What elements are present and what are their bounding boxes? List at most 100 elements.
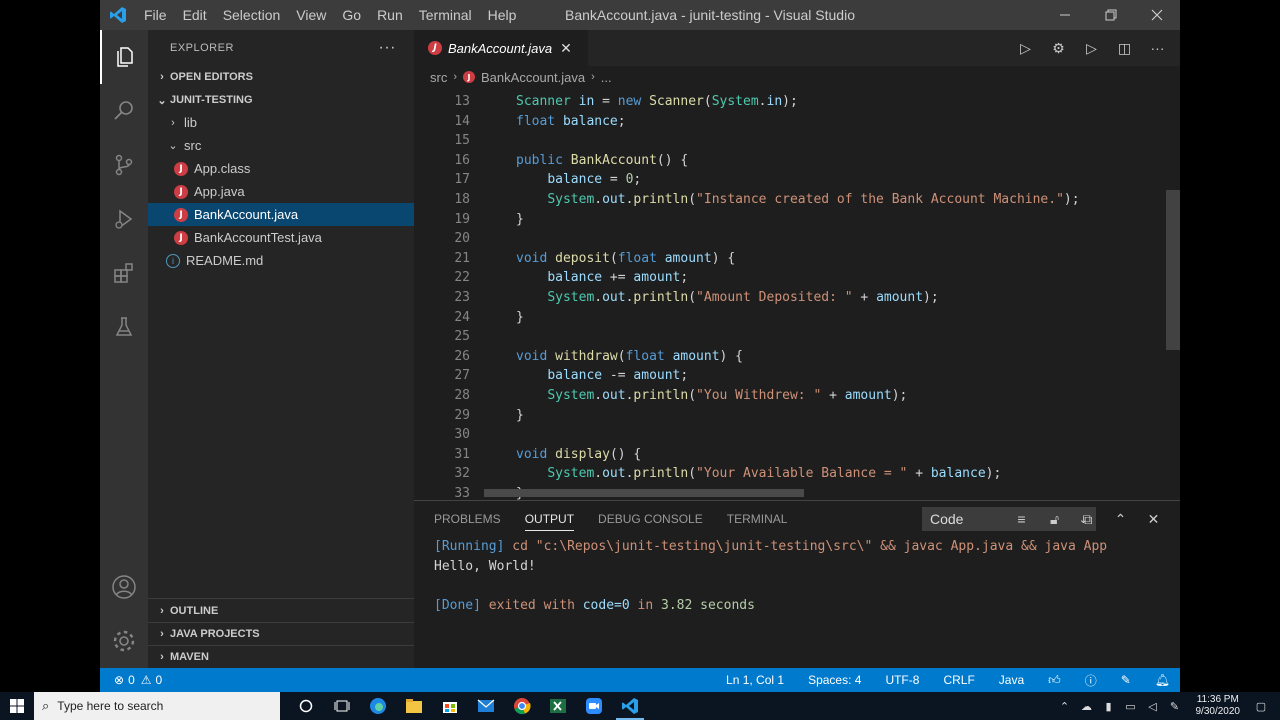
menu-file[interactable]: File: [136, 0, 175, 30]
vertical-scrollbar[interactable]: [1166, 190, 1180, 350]
maven-section[interactable]: › MAVEN: [148, 645, 414, 668]
problems-status[interactable]: ⊗ 0 ⚠ 0: [100, 673, 162, 687]
more-actions-icon[interactable]: ···: [1141, 40, 1174, 56]
title-bar: File Edit Selection View Go Run Terminal…: [100, 0, 1180, 53]
close-panel-icon[interactable]: ✕: [1137, 511, 1170, 528]
indentation[interactable]: Spaces: 4: [808, 673, 861, 687]
open-editors-section[interactable]: › OPEN EDITORS: [148, 66, 414, 88]
tab-terminal[interactable]: TERMINAL: [727, 501, 788, 537]
search-icon[interactable]: [100, 84, 148, 138]
close-icon[interactable]: [1134, 0, 1180, 30]
code-editor[interactable]: 13 Scanner in = new Scanner(System.in); 1…: [414, 94, 1180, 500]
menu-go[interactable]: Go: [334, 0, 369, 30]
tree-file-bankaccount-java[interactable]: J BankAccount.java: [148, 203, 414, 226]
zoom-icon[interactable]: [576, 692, 612, 720]
breadcrumb-file[interactable]: BankAccount.java: [481, 70, 585, 85]
edge-icon[interactable]: [360, 692, 396, 720]
cortana-icon[interactable]: [288, 692, 324, 720]
cloud-icon[interactable]: ☁: [1076, 700, 1098, 713]
code-text: }: [516, 309, 524, 325]
code-text: balance = 0;: [547, 172, 642, 188]
battery-icon[interactable]: ▭: [1120, 700, 1142, 713]
output-done-in: in: [637, 597, 654, 613]
menu-help[interactable]: Help: [480, 0, 525, 30]
clock[interactable]: 11:36 PM 9/30/2020: [1196, 694, 1241, 718]
network-icon[interactable]: ✎: [1164, 700, 1186, 713]
open-log-icon[interactable]: ⧉: [1071, 511, 1104, 528]
encoding[interactable]: UTF-8: [885, 673, 919, 687]
mail-icon[interactable]: [468, 692, 504, 720]
output-running-cmd: cd "c:\Repos\junit-testing\junit-testing…: [512, 539, 1108, 554]
debug-run-icon[interactable]: ⚙: [1042, 40, 1075, 57]
clear-output-icon[interactable]: ≡: [1005, 511, 1038, 527]
lock-scroll-icon[interactable]: 🔓︎: [1038, 511, 1071, 528]
chevron-up-icon[interactable]: ⌃: [1054, 700, 1076, 713]
vscode-taskbar-icon[interactable]: [612, 692, 648, 720]
tree-file-bankaccounttest-java[interactable]: J BankAccountTest.java: [148, 226, 414, 249]
split-editor-icon[interactable]: ◫: [1108, 40, 1141, 57]
outline-section[interactable]: › OUTLINE: [148, 599, 414, 622]
excel-icon[interactable]: [540, 692, 576, 720]
line-number: 30: [454, 427, 470, 443]
tree-label: lib: [184, 115, 198, 130]
taskbar-search[interactable]: ⌕ Type here to search: [34, 692, 280, 720]
explorer-icon[interactable]: [100, 30, 148, 84]
code-text: System.out.println("Amount Deposited: " …: [547, 289, 939, 305]
run-debug-icon[interactable]: [100, 192, 148, 246]
restore-icon[interactable]: [1088, 0, 1134, 30]
code-text: System.out.println("You Withdrew: " + am…: [547, 387, 908, 403]
volume-icon[interactable]: ◁: [1142, 700, 1164, 713]
windows-taskbar: ⌕ Type here to search ⌃ ☁ ▮ ▭ ◁ ✎ 11:36 …: [0, 692, 1280, 720]
file-explorer-icon[interactable]: [396, 692, 432, 720]
project-section[interactable]: ⌄ JUNIT-TESTING: [148, 89, 414, 111]
run-code-icon[interactable]: ▷: [1075, 40, 1108, 57]
menu-view[interactable]: View: [288, 0, 334, 30]
notifications-bell-icon[interactable]: 🔔︎: [1155, 673, 1170, 687]
account-icon[interactable]: [100, 560, 148, 614]
info-icon[interactable]: ⓘ: [1085, 672, 1097, 689]
menu-selection[interactable]: Selection: [215, 0, 289, 30]
close-tab-icon[interactable]: ✕: [560, 40, 572, 57]
tab-bankaccount-java[interactable]: J BankAccount.java ✕: [414, 30, 588, 66]
tab-output[interactable]: OUTPUT: [524, 501, 575, 537]
run-icon[interactable]: ▷: [1009, 40, 1042, 57]
maximize-panel-icon[interactable]: ⌃: [1104, 511, 1137, 528]
feedback-icon[interactable]: ✎: [1121, 673, 1131, 687]
line-number: 22: [454, 270, 470, 286]
source-control-icon[interactable]: [100, 138, 148, 192]
tab-debug-console[interactable]: DEBUG CONSOLE: [598, 501, 703, 537]
tree-folder-lib[interactable]: › lib: [148, 111, 414, 134]
breadcrumb-more[interactable]: ...: [601, 70, 612, 85]
cursor-position[interactable]: Ln 1, Col 1: [726, 673, 784, 687]
language-mode[interactable]: Java: [999, 673, 1024, 687]
code-line: 26 void withdraw(float amount) {: [414, 349, 1180, 369]
store-icon[interactable]: [432, 692, 468, 720]
task-view-icon[interactable]: [324, 692, 360, 720]
tree-folder-src[interactable]: ⌄ src: [148, 134, 414, 157]
minimize-icon[interactable]: [1042, 0, 1088, 30]
thumbs-up-icon[interactable]: 👍︎: [1048, 673, 1061, 688]
menu-terminal[interactable]: Terminal: [411, 0, 480, 30]
menu-edit[interactable]: Edit: [175, 0, 215, 30]
chrome-icon[interactable]: [504, 692, 540, 720]
end-of-line[interactable]: CRLF: [943, 673, 974, 687]
testing-flask-icon[interactable]: [100, 300, 148, 354]
java-projects-section[interactable]: › JAVA PROJECTS: [148, 622, 414, 645]
explorer-header: EXPLORER ···: [148, 30, 414, 66]
more-actions-icon[interactable]: ···: [379, 39, 396, 57]
horizontal-scrollbar[interactable]: [484, 489, 804, 497]
usb-icon[interactable]: ▮: [1098, 700, 1120, 713]
tree-file-app-class[interactable]: J App.class: [148, 157, 414, 180]
menu-run[interactable]: Run: [369, 0, 411, 30]
code-text: void display() {: [516, 446, 642, 462]
tree-file-app-java[interactable]: J App.java: [148, 180, 414, 203]
tree-file-readme[interactable]: i README.md: [148, 249, 414, 272]
windows-start-icon[interactable]: [0, 692, 34, 720]
tab-problems[interactable]: PROBLEMS: [434, 501, 501, 537]
notifications-icon[interactable]: ▢: [1250, 700, 1272, 713]
breadcrumb-src[interactable]: src: [430, 70, 447, 85]
settings-gear-icon[interactable]: [100, 614, 148, 668]
extensions-icon[interactable]: [100, 246, 148, 300]
